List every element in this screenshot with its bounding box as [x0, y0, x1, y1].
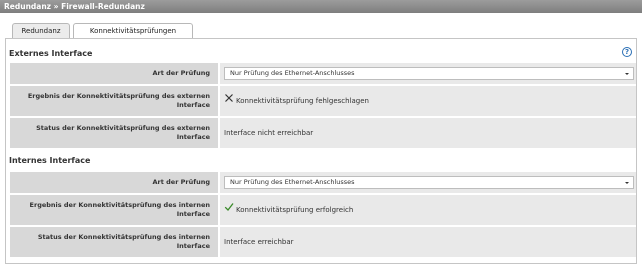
row-internal-check-type: Art der Prüfung Nur Prüfung des Ethernet… — [10, 172, 636, 193]
external-check-type-value: Nur Prüfung des Ethernet-Anschlusses — [230, 69, 355, 77]
section-title-external: Externes Interface — [9, 49, 93, 58]
external-status-label: Status der Konnektivitätsprüfung des ext… — [10, 118, 218, 148]
row-external-result: Ergebnis der Konnektivitätsprüfung des e… — [10, 86, 636, 116]
external-result-value: Konnektivitätsprüfung fehlgeschlagen — [236, 97, 369, 105]
internal-status-value: Interface erreichbar — [220, 227, 636, 257]
internal-check-type-value: Nur Prüfung des Ethernet-Anschlusses — [230, 178, 355, 186]
external-check-type-label: Art der Prüfung — [10, 63, 218, 84]
external-check-type-select[interactable]: Nur Prüfung des Ethernet-Anschlusses — [224, 67, 634, 80]
internal-result-value: Konnektivitätsprüfung erfolgreich — [236, 206, 354, 214]
internal-result-label: Ergebnis der Konnektivitätsprüfung des i… — [10, 195, 218, 225]
tab-konnektivitaetspruefungen[interactable]: Konnektivitätsprüfungen — [73, 23, 193, 39]
internal-check-type-select[interactable]: Nur Prüfung des Ethernet-Anschlusses — [224, 176, 634, 189]
row-external-check-type: Art der Prüfung Nur Prüfung des Ethernet… — [10, 63, 636, 84]
check-icon — [224, 203, 234, 211]
chevron-down-icon — [625, 73, 629, 75]
breadcrumb: Redundanz » Firewall-Redundanz — [0, 0, 642, 13]
section-title-internal: Internes Interface — [9, 156, 91, 165]
external-result-label: Ergebnis der Konnektivitätsprüfung des e… — [10, 86, 218, 116]
tab-redundanz[interactable]: Redundanz — [12, 23, 70, 38]
internal-check-type-label: Art der Prüfung — [10, 172, 218, 193]
help-icon[interactable]: ? — [622, 47, 632, 57]
external-status-value: Interface nicht erreichbar — [220, 118, 636, 148]
close-icon — [225, 94, 233, 102]
row-external-status: Status der Konnektivitätsprüfung des ext… — [10, 118, 636, 148]
row-internal-status: Status der Konnektivitätsprüfung des int… — [10, 227, 636, 257]
internal-status-label: Status der Konnektivitätsprüfung des int… — [10, 227, 218, 257]
row-internal-result: Ergebnis der Konnektivitätsprüfung des i… — [10, 195, 636, 225]
chevron-down-icon — [625, 182, 629, 184]
